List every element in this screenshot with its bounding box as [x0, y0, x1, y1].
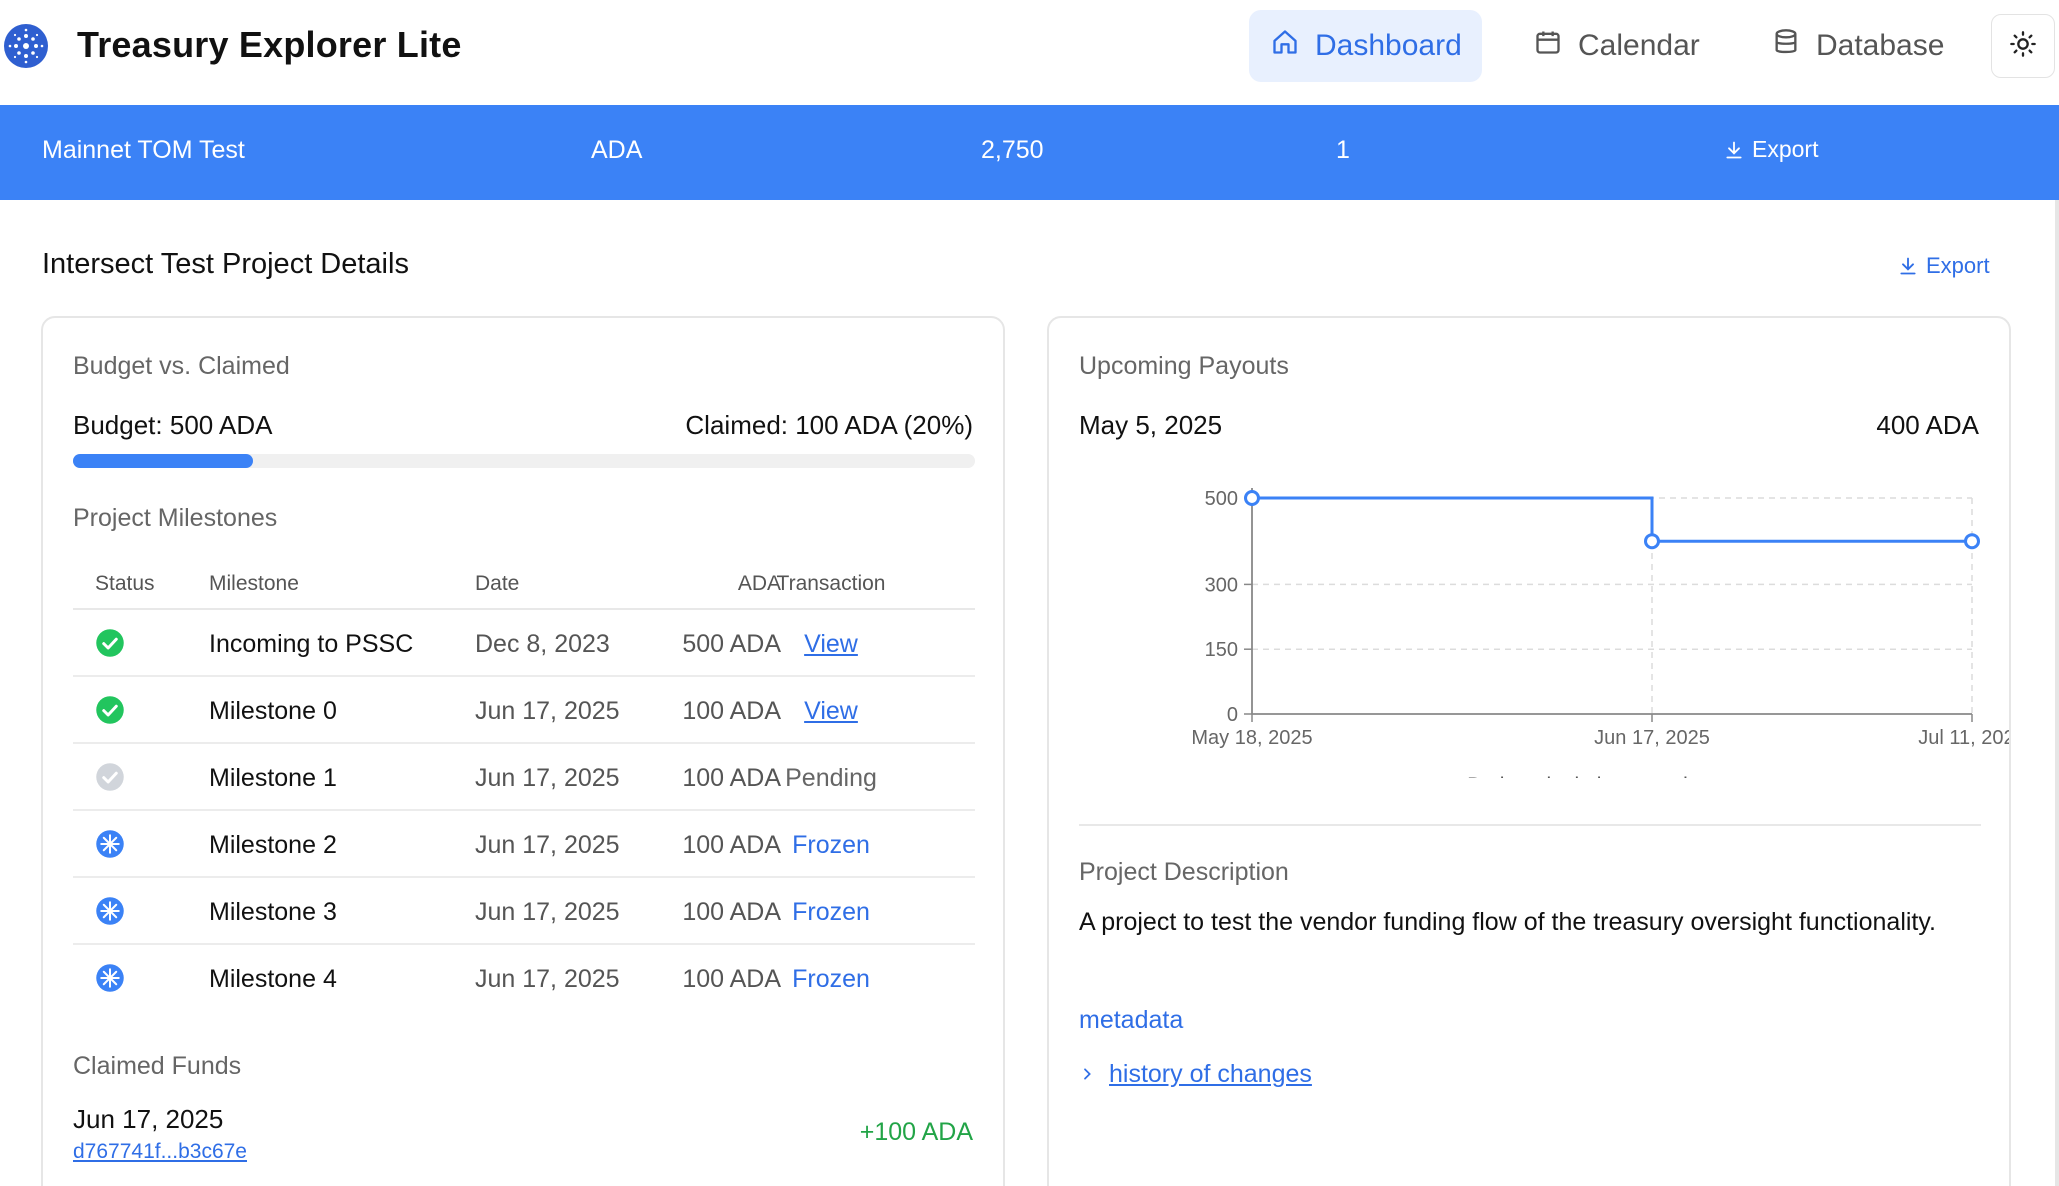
- project-description: A project to test the vendor funding flo…: [1079, 908, 1936, 936]
- table-row: Incoming to PSSC Dec 8, 2023 500 ADA View: [73, 610, 975, 677]
- milestone-transaction[interactable]: View: [719, 697, 943, 726]
- table-header: Status Milestone Date ADA Transaction: [73, 558, 975, 610]
- data-point: [1964, 533, 1980, 550]
- nav-dashboard[interactable]: Dashboard: [1249, 10, 1482, 82]
- pending-check-icon: [95, 762, 125, 792]
- app-title: Treasury Explorer Lite: [77, 24, 462, 65]
- milestone-transaction: Pending: [785, 764, 877, 792]
- next-payout-amount: 400 ADA: [1876, 410, 1979, 440]
- summary-currency: ADA: [591, 136, 643, 164]
- top-header: Treasury Explorer Lite Dashboard Calenda…: [0, 0, 2059, 105]
- budget-depletion-chart: 0 150 300 500 May 18, 2025 Jun 17, 2025 Jul 11…: [1049, 448, 2026, 797]
- milestone-date: Dec 8, 2023: [475, 630, 610, 658]
- milestone-name: Incoming to PSSC: [209, 630, 414, 658]
- nav-database-label: Database: [1816, 29, 1945, 62]
- table-row: Milestone 3 Jun 17, 2025 100 ADA Frozen: [73, 878, 975, 945]
- sun-icon: [2009, 30, 2037, 63]
- column-header-status: Status: [95, 572, 155, 595]
- milestone-transaction[interactable]: View: [719, 630, 943, 659]
- table-row: Milestone 0 Jun 17, 2025 100 ADA View: [73, 677, 975, 744]
- budget-progress-bar: [73, 454, 975, 468]
- milestone-date: Jun 17, 2025: [475, 898, 620, 926]
- milestone-date: Jun 17, 2025: [475, 965, 620, 993]
- summary-amount: 2,750: [981, 136, 1044, 164]
- milestones-table: Status Milestone Date ADA Transaction In…: [73, 558, 975, 1012]
- summary-count: 1: [1336, 136, 1350, 164]
- download-icon: [1726, 141, 1742, 158]
- nav-calendar[interactable]: Calendar: [1530, 10, 1710, 82]
- milestone-transaction: Frozen: [792, 831, 870, 859]
- table-row: Milestone 2 Jun 17, 2025 100 ADA Frozen: [73, 811, 975, 878]
- data-point: [1244, 490, 1260, 506]
- x-tick-label: Jul 11, 2025: [1918, 727, 2009, 749]
- cardano-logo-icon: [4, 24, 48, 68]
- chevron-right-icon: [1079, 1060, 1095, 1089]
- y-tick-label: 300: [1205, 574, 1238, 596]
- milestone-date: Jun 17, 2025: [475, 697, 620, 725]
- milestone-name: Milestone 3: [209, 898, 337, 926]
- milestone-transaction: Frozen: [792, 965, 870, 993]
- payouts-card: Upcoming Payouts May 5, 2025 400 ADA 0 15…: [1047, 316, 2026, 1186]
- calendar-icon: [1534, 28, 1562, 64]
- nav-calendar-label: Calendar: [1578, 29, 1700, 62]
- description-heading: Project Description: [1079, 858, 1289, 886]
- summary-bar: Mainnet TOM Test ADA 2,750 1 Export: [0, 105, 2059, 200]
- snowflake-icon: [95, 829, 125, 859]
- history-toggle[interactable]: history of changes: [1079, 1060, 1312, 1089]
- divider: [1079, 824, 1981, 826]
- series-line: [1252, 496, 1972, 543]
- column-header-transaction: Transaction: [776, 572, 886, 595]
- theme-toggle-button[interactable]: [1991, 14, 2055, 78]
- y-tick-label: 150: [1205, 639, 1238, 661]
- snowflake-icon: [95, 963, 125, 993]
- budget-total: Budget: 500 ADA: [73, 410, 273, 440]
- table-row: Milestone 4 Jun 17, 2025 100 ADA Frozen: [73, 945, 975, 1012]
- download-icon: [1900, 257, 1916, 275]
- x-tick-label: Jun 17, 2025: [1594, 727, 1710, 749]
- scrollbar[interactable]: [2055, 200, 2059, 1186]
- claimed-date: Jun 17, 2025: [73, 1104, 224, 1134]
- y-tick-label: 500: [1205, 488, 1238, 510]
- milestone-name: Milestone 2: [209, 831, 337, 859]
- milestone-name: Milestone 0: [209, 697, 337, 725]
- project-export-button[interactable]: Export: [1898, 253, 1990, 279]
- column-header-date: Date: [475, 572, 520, 595]
- check-circle-icon: [95, 695, 125, 725]
- milestone-name: Milestone 1: [209, 764, 337, 792]
- database-icon: [1772, 28, 1800, 64]
- milestones-heading: Project Milestones: [73, 504, 278, 532]
- data-point: [1644, 533, 1660, 550]
- home-icon: [1271, 28, 1299, 64]
- nav-database[interactable]: Database: [1768, 10, 1968, 82]
- payouts-heading: Upcoming Payouts: [1079, 352, 1289, 380]
- metadata-link[interactable]: metadata: [1079, 1006, 1183, 1035]
- nav-dashboard-label: Dashboard: [1315, 29, 1462, 62]
- milestone-transaction: Frozen: [792, 898, 870, 926]
- check-circle-icon: [95, 628, 125, 658]
- milestone-name: Milestone 4: [209, 965, 337, 993]
- budget-claimed: Claimed: 100 ADA (20%): [685, 410, 973, 440]
- budget-heading: Budget vs. Claimed: [73, 352, 290, 380]
- snowflake-icon: [95, 896, 125, 926]
- summary-name: Mainnet TOM Test: [42, 136, 245, 164]
- budget-progress-fill: [73, 454, 254, 468]
- summary-export-label: Export: [1752, 136, 1819, 162]
- milestone-date: Jun 17, 2025: [475, 764, 620, 792]
- history-label: history of changes: [1109, 1060, 1312, 1088]
- budget-card: Budget vs. Claimed Budget: 500 ADA Claim…: [41, 316, 1005, 1186]
- next-payout-date: May 5, 2025: [1079, 410, 1223, 440]
- project-export-label: Export: [1926, 253, 1990, 278]
- chart-caption: Budget depletion over time: [1467, 774, 1717, 778]
- claimed-transaction-link[interactable]: d767741f...b3c67e: [73, 1140, 247, 1164]
- y-tick-label: 0: [1227, 704, 1238, 726]
- milestone-date: Jun 17, 2025: [475, 831, 620, 859]
- page-title: Intersect Test Project Details: [42, 248, 409, 280]
- claimed-amount: +100 ADA: [859, 1118, 973, 1146]
- summary-export-button[interactable]: Export: [1724, 136, 1818, 163]
- claimed-heading: Claimed Funds: [73, 1052, 242, 1080]
- x-tick-label: May 18, 2025: [1191, 727, 1312, 749]
- table-row: Milestone 1 Jun 17, 2025 100 ADA Pending: [73, 744, 975, 811]
- column-header-milestone: Milestone: [209, 572, 299, 595]
